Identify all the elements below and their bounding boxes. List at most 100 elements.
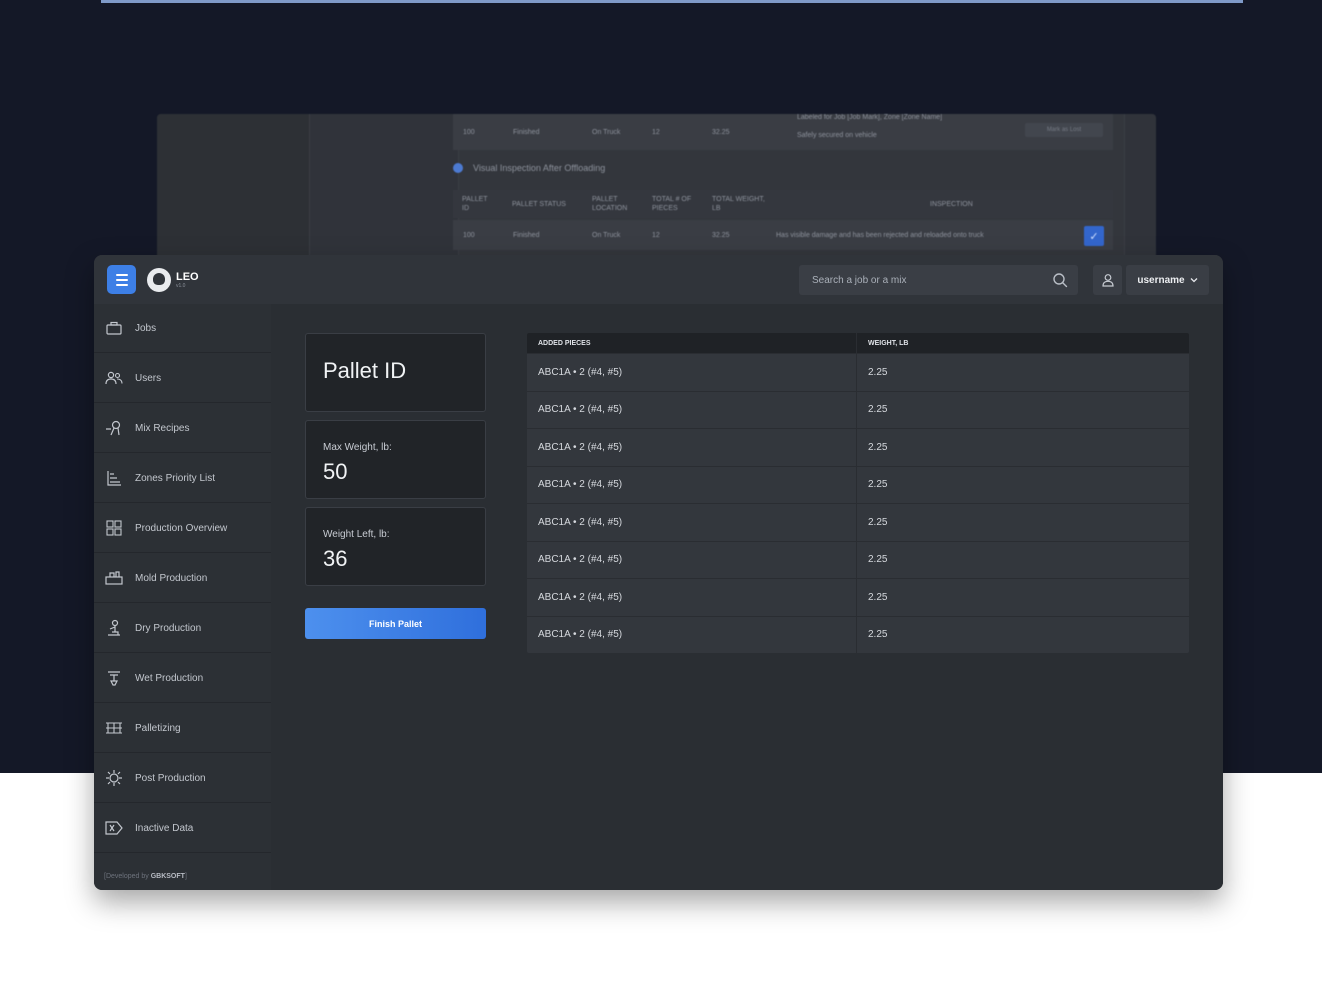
credit-prefix: [Developed by [104, 873, 151, 880]
mixer-icon [105, 419, 123, 437]
bg-cell: Finished [513, 128, 540, 136]
user-profile-button[interactable] [1093, 265, 1122, 295]
username-dropdown[interactable]: username [1126, 265, 1209, 295]
sidebar-item-label: Users [135, 372, 162, 384]
cell-weight: 2.25 [868, 404, 888, 416]
sidebar-item-wet-production[interactable]: Wet Production [94, 654, 271, 703]
inactive-data-icon [105, 819, 123, 837]
header-weight: WEIGHT, LB [868, 339, 909, 347]
bg-section-title: Visual Inspection After Offloading [453, 163, 605, 173]
cell-piece: ABC1A • 2 (#4, #5) [527, 504, 857, 541]
main-content: Pallet ID Max Weight, lb: 50 Weight Left… [271, 304, 1223, 890]
cell-weight: 2.25 [868, 479, 888, 491]
sidebar-item-dry-production[interactable]: Dry Production [94, 604, 271, 653]
bg-table-row: 100 Finished On Truck 12 32.25 Labeled f… [453, 114, 1113, 150]
bg-cell: Has visible damage and has been rejected… [776, 231, 984, 239]
max-weight-label: Max Weight, lb: [323, 442, 392, 453]
cell-piece: ABC1A • 2 (#4, #5) [527, 579, 857, 616]
bg-header-cell: TOTAL # OF PIECES [652, 196, 692, 212]
sidebar-item-label: Mold Production [135, 572, 208, 584]
sidebar-item-zones-priority-list[interactable]: Zones Priority List [94, 454, 271, 503]
sidebar-item-label: Wet Production [135, 672, 204, 684]
bg-cell: Safely secured on vehicle [797, 132, 877, 139]
weight-left-card: Weight Left, lb: 36 [305, 507, 486, 586]
cell-piece: ABC1A • 2 (#4, #5) [527, 391, 857, 428]
sidebar-item-mold-production[interactable]: Mold Production [94, 554, 271, 603]
sidebar-item-production-overview[interactable]: Production Overview [94, 504, 271, 553]
table-row[interactable]: ABC1A • 2 (#4, #5) 2.25 [527, 465, 1189, 503]
app-logo[interactable]: LEO v1.0 [147, 268, 199, 292]
username-label: username [1137, 274, 1185, 286]
table-row[interactable]: ABC1A • 2 (#4, #5) 2.25 [527, 428, 1189, 466]
bg-header-cell: PALLET LOCATION [592, 196, 628, 212]
checkbox-checked-icon: ✓ [1084, 226, 1104, 246]
bg-mark-lost-button: Mark as Lost [1025, 123, 1103, 137]
menu-line [115, 278, 128, 281]
app-version: v1.0 [176, 282, 186, 289]
sidebar-item-mix-recipes[interactable]: Mix Recipes [94, 404, 271, 453]
bg-table-row: 100 Finished On Truck 12 32.25 Has visib… [453, 220, 1113, 250]
app-header: LEO v1.0 username [94, 255, 1223, 304]
added-pieces-table: ADDED PIECES WEIGHT, LB ABC1A • 2 (#4, #… [527, 333, 1189, 653]
cell-weight: 2.25 [868, 591, 888, 603]
bg-cell: On Truck [592, 128, 621, 136]
overview-grid-icon [105, 519, 123, 537]
table-row[interactable]: ABC1A • 2 (#4, #5) 2.25 [527, 390, 1189, 428]
table-row[interactable]: ABC1A • 2 (#4, #5) 2.25 [527, 540, 1189, 578]
pallet-icon [105, 719, 123, 737]
sidebar-item-label: Jobs [135, 322, 157, 334]
bg-header-cell: PALLET STATUS [512, 200, 566, 208]
gear-box-icon [105, 769, 123, 787]
search-icon[interactable] [1052, 272, 1068, 288]
bg-cell: 12 [652, 231, 660, 239]
sidebar: Jobs Users Mix Recipes Zones Priority Li… [94, 304, 271, 890]
weight-left-value: 36 [323, 546, 348, 571]
app-window: LEO v1.0 username Jobs [94, 255, 1223, 890]
menu-line [115, 283, 128, 286]
max-weight-value: 50 [323, 459, 348, 484]
cell-weight: 2.25 [868, 554, 888, 566]
table-row[interactable]: ABC1A • 2 (#4, #5) 2.25 [527, 353, 1189, 391]
table-row[interactable]: ABC1A • 2 (#4, #5) 2.25 [527, 578, 1189, 616]
bg-cell: 12 [652, 128, 660, 136]
cell-weight: 2.25 [868, 516, 888, 528]
cell-piece: ABC1A • 2 (#4, #5) [527, 466, 857, 503]
background-window: 100 Finished On Truck 12 32.25 Labeled f… [157, 114, 1156, 274]
lion-logo-icon [147, 268, 171, 292]
sidebar-item-label: Post Production [135, 772, 206, 784]
bg-cell: On Truck [592, 231, 621, 239]
table-row[interactable]: ABC1A • 2 (#4, #5) 2.25 [527, 615, 1189, 653]
briefcase-icon [105, 319, 123, 337]
radio-dot-icon [453, 163, 463, 173]
bg-header-cell: INSPECTION [930, 200, 973, 208]
sidebar-item-label: Palletizing [135, 722, 181, 734]
table-row[interactable]: ABC1A • 2 (#4, #5) 2.25 [527, 503, 1189, 541]
bg-cell: Finished [513, 231, 540, 239]
pallet-id-card: Pallet ID [305, 333, 486, 412]
menu-line [115, 273, 128, 276]
sidebar-item-palletizing[interactable]: Palletizing [94, 704, 271, 753]
pallet-id-title: Pallet ID [323, 358, 407, 383]
developer-credit: [Developed by GBKSOFT] [104, 873, 187, 880]
bg-cell: 100 [463, 128, 475, 136]
bg-cell: 32.25 [712, 128, 730, 136]
bg-cell: 100 [463, 231, 475, 239]
sidebar-item-inactive-data[interactable]: Inactive Data [94, 804, 271, 853]
sidebar-item-jobs[interactable]: Jobs [94, 304, 271, 353]
sidebar-item-label: Production Overview [135, 522, 228, 534]
finish-pallet-button[interactable]: Finish Pallet [305, 608, 486, 639]
credit-suffix: ] [184, 873, 187, 880]
hamburger-menu-button[interactable] [107, 265, 136, 294]
priority-list-icon [105, 469, 123, 487]
bg-right-panel [1124, 114, 1156, 274]
cell-weight: 2.25 [868, 629, 888, 641]
sidebar-item-users[interactable]: Users [94, 354, 271, 403]
app-name: LEO [176, 270, 199, 283]
weight-left-label: Weight Left, lb: [323, 529, 390, 540]
bg-cell: Labeled for Job [Job Mark], Zone [Zone N… [797, 114, 943, 121]
cell-piece: ABC1A • 2 (#4, #5) [527, 616, 857, 653]
chevron-down-icon [1190, 278, 1198, 283]
sidebar-item-label: Zones Priority List [135, 472, 216, 484]
sidebar-item-post-production[interactable]: Post Production [94, 754, 271, 803]
search-input[interactable] [799, 265, 1078, 295]
